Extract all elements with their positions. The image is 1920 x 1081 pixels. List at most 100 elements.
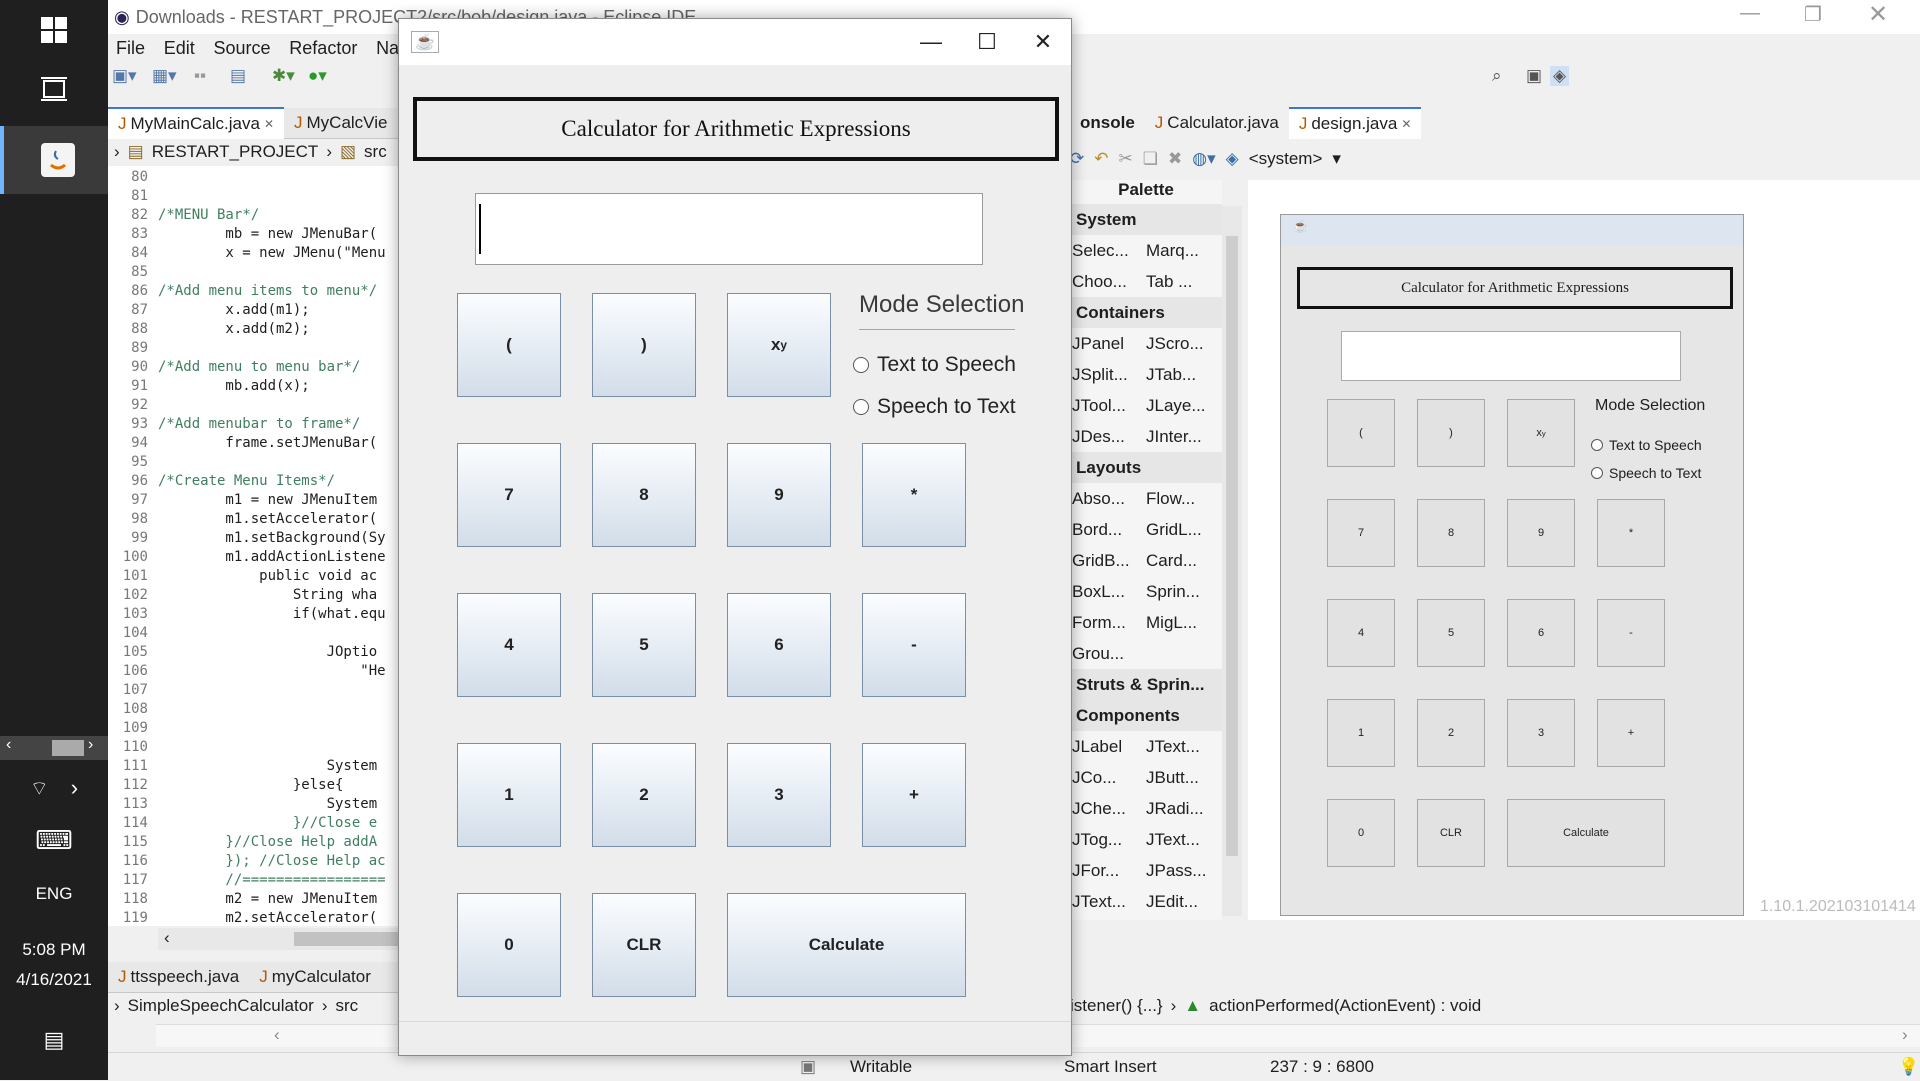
scroll-right-icon[interactable]: › (88, 736, 93, 754)
key-lparen-button[interactable]: ( (457, 293, 561, 397)
palette-item[interactable]: JScro... (1146, 334, 1214, 354)
key-rparen-button[interactable]: ) (592, 293, 696, 397)
breadcrumb-project[interactable]: RESTART_PROJECT (152, 142, 319, 162)
cut-icon[interactable]: ✂ (1119, 149, 1133, 169)
perspective-icon[interactable]: ▣ (1526, 66, 1542, 86)
open-icon[interactable]: ▦▾ (152, 66, 177, 86)
tab-design-java[interactable]: J design.java ✕ (1288, 107, 1422, 139)
minimize-icon[interactable]: — (1740, 2, 1760, 25)
undo-icon[interactable]: ↶ (1094, 149, 1108, 169)
key-0-button[interactable]: 0 (1327, 799, 1395, 867)
tab-calculator-java[interactable]: J Calculator.java (1145, 108, 1289, 138)
look-and-feel-icon[interactable]: ◈ (1226, 149, 1239, 169)
key-8-button[interactable]: 8 (592, 443, 696, 547)
menu-refactor[interactable]: Refactor (289, 38, 357, 58)
tab-ttsspeech[interactable]: J ttsspeech.java (108, 962, 249, 992)
palette-row[interactable]: JText... JEdit... (1070, 886, 1222, 917)
key-lparen-button[interactable]: ( (1327, 399, 1395, 467)
palette-category[interactable]: Struts & Sprin... (1070, 669, 1222, 700)
palette-item[interactable]: JTab... (1146, 365, 1214, 385)
radio-circle[interactable] (1591, 467, 1603, 479)
palette-item[interactable]: BoxL... (1072, 582, 1140, 602)
key-3-button[interactable]: 3 (1507, 699, 1575, 767)
clock-date[interactable]: 4/16/2021 (0, 970, 108, 990)
new-icon[interactable]: ▣▾ (112, 66, 137, 86)
palette-item[interactable]: Tab ... (1146, 272, 1214, 292)
palette-row[interactable]: JTog... JText... (1070, 824, 1222, 855)
key-5-button[interactable]: 5 (1417, 599, 1485, 667)
globe-icon[interactable]: ◍▾ (1192, 149, 1215, 169)
key-6-button[interactable]: 6 (727, 593, 831, 697)
palette-row[interactable]: JFor... JPass... (1070, 855, 1222, 886)
palette-row[interactable]: JPanel JScro... (1070, 328, 1222, 359)
palette-row[interactable]: Form... MigL... (1070, 607, 1222, 638)
close-tab-icon[interactable]: ✕ (1401, 117, 1411, 131)
palette-category[interactable]: Layouts (1070, 452, 1222, 483)
delete-icon[interactable]: ✖ (1168, 149, 1182, 169)
palette-item[interactable]: JLaye... (1146, 396, 1214, 416)
palette-row[interactable]: Bord... GridL... (1070, 514, 1222, 545)
palette-item[interactable]: JTool... (1072, 396, 1140, 416)
tab-mycalcview[interactable]: J MyCalcVie (284, 108, 397, 138)
palette-category[interactable]: System (1070, 204, 1222, 235)
network-button[interactable]: ⌔ › (0, 770, 108, 806)
breadcrumb-method[interactable]: actionPerformed(ActionEvent) : void (1209, 996, 1481, 1016)
palette-item[interactable]: JText... (1072, 892, 1140, 912)
language-indicator[interactable]: ENG (0, 884, 108, 904)
taskbar-scroll[interactable]: ‹ › (0, 736, 108, 760)
palette-item[interactable]: MigL... (1146, 613, 1214, 633)
breadcrumb-src[interactable]: src (336, 996, 359, 1016)
key-9-button[interactable]: 9 (727, 443, 831, 547)
palette-item[interactable]: Selec... (1072, 241, 1140, 261)
palette-item[interactable]: GridL... (1146, 520, 1214, 540)
palette-item[interactable]: JChe... (1072, 799, 1140, 819)
status-insert-mode[interactable]: Smart Insert (1064, 1057, 1157, 1077)
clock-time[interactable]: 5:08 PM (0, 940, 108, 960)
key-0-button[interactable]: 0 (457, 893, 561, 997)
preview-mode-label[interactable]: Mode Selection (1595, 397, 1705, 415)
minimize-button[interactable]: — (903, 19, 959, 65)
palette-row[interactable]: Grou... (1070, 638, 1222, 669)
palette-row[interactable]: Abso... Flow... (1070, 483, 1222, 514)
palette-row[interactable]: JChe... JRadi... (1070, 793, 1222, 824)
palette-item[interactable]: Card... (1146, 551, 1214, 571)
palette-item[interactable]: JTog... (1072, 830, 1140, 850)
palette-row[interactable]: BoxL... Sprin... (1070, 576, 1222, 607)
palette-item[interactable]: JDes... (1072, 427, 1140, 447)
palette-item[interactable]: JPass... (1146, 861, 1214, 881)
tab-mycalculator[interactable]: J myCalculator (249, 962, 381, 992)
taskbar-eclipse-app[interactable] (0, 126, 112, 194)
preview-expression-field[interactable] (1341, 331, 1681, 381)
build-icon[interactable]: ▤ (230, 66, 246, 86)
key-1-button[interactable]: 1 (457, 743, 561, 847)
run-icon[interactable]: ●▾ (308, 66, 327, 86)
search-icon[interactable]: ⌕ (1492, 66, 1502, 86)
palette-row[interactable]: JCo... JButt... (1070, 762, 1222, 793)
menu-edit[interactable]: Edit (164, 38, 195, 58)
palette-category[interactable]: Containers (1070, 297, 1222, 328)
key-7-button[interactable]: 7 (457, 443, 561, 547)
palette-item[interactable]: JEdit... (1146, 892, 1214, 912)
palette-item[interactable]: JButt... (1146, 768, 1214, 788)
palette-row[interactable]: Choo... Tab ... (1070, 266, 1222, 297)
radio-circle[interactable] (1591, 439, 1603, 451)
palette-item[interactable]: Flow... (1146, 489, 1214, 509)
key-4-button[interactable]: 4 (1327, 599, 1395, 667)
copy-icon[interactable]: ❏ (1143, 149, 1158, 169)
key-9-button[interactable]: 9 (1507, 499, 1575, 567)
preview-title-label[interactable]: Calculator for Arithmetic Expressions (1297, 267, 1733, 309)
palette-item[interactable]: Form... (1072, 613, 1140, 633)
key-8-button[interactable]: 8 (1417, 499, 1485, 567)
tip-icon[interactable]: 💡 (1898, 1057, 1919, 1077)
preview-radio-tts[interactable]: Text to Speech (1591, 437, 1702, 453)
code-editor[interactable]: 80 81 82/*MENU Bar*/83 mb = new JMenuBar(8… (108, 166, 398, 926)
key-plus-button[interactable]: + (862, 743, 966, 847)
preview-radio-stt[interactable]: Speech to Text (1591, 465, 1701, 481)
maximize-button[interactable]: ☐ (959, 19, 1015, 65)
start-button[interactable] (0, 4, 108, 56)
palette-category[interactable]: Components (1070, 700, 1222, 731)
key-clr-button[interactable]: CLR (592, 893, 696, 997)
tab-mymaincalc[interactable]: J MyMainCalc.java ✕ (108, 107, 284, 139)
key-clr-button[interactable]: CLR (1417, 799, 1485, 867)
vscroll-thumb[interactable] (1226, 236, 1238, 856)
